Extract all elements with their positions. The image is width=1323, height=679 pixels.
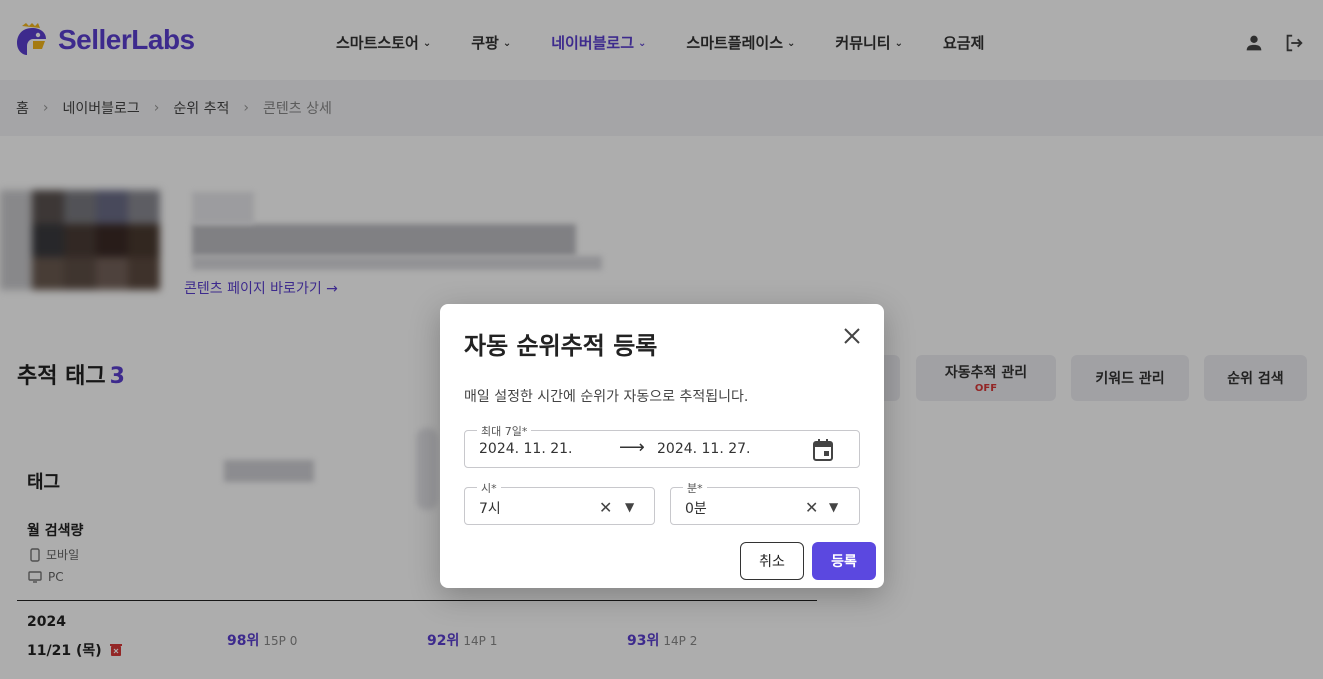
modal-title: 자동 순위추적 등록 [464, 332, 658, 360]
hour-select[interactable]: 시* 7시 ✕ ▼ [464, 480, 655, 525]
minute-label: 분* [683, 480, 707, 496]
caret-down-icon[interactable]: ▼ [829, 500, 838, 514]
auto-rank-tracking-modal: 자동 순위추적 등록 매일 설정한 시간에 순위가 자동으로 추적됩니다. 최대… [440, 304, 884, 588]
arrow-right-icon: ⟶ [619, 437, 645, 458]
hour-value: 7시 [479, 501, 501, 517]
calendar-icon[interactable] [813, 439, 833, 461]
date-range-picker[interactable]: 최대 7일* 2024. 11. 21. ⟶ 2024. 11. 27. [464, 423, 860, 468]
close-icon[interactable] [842, 326, 862, 346]
hour-label: 시* [477, 480, 501, 496]
date-range-label: 최대 7일* [477, 423, 532, 439]
start-date-value[interactable]: 2024. 11. 21. [479, 441, 573, 457]
end-date-value[interactable]: 2024. 11. 27. [657, 441, 751, 457]
modal-description: 매일 설정한 시간에 순위가 자동으로 추적됩니다. [464, 389, 749, 405]
clear-icon[interactable]: ✕ [805, 498, 818, 517]
caret-down-icon[interactable]: ▼ [625, 500, 634, 514]
minute-value: 0분 [685, 501, 707, 517]
cancel-button[interactable]: 취소 [740, 542, 804, 580]
minute-select[interactable]: 분* 0분 ✕ ▼ [670, 480, 860, 525]
submit-button[interactable]: 등록 [812, 542, 876, 580]
clear-icon[interactable]: ✕ [599, 498, 612, 517]
